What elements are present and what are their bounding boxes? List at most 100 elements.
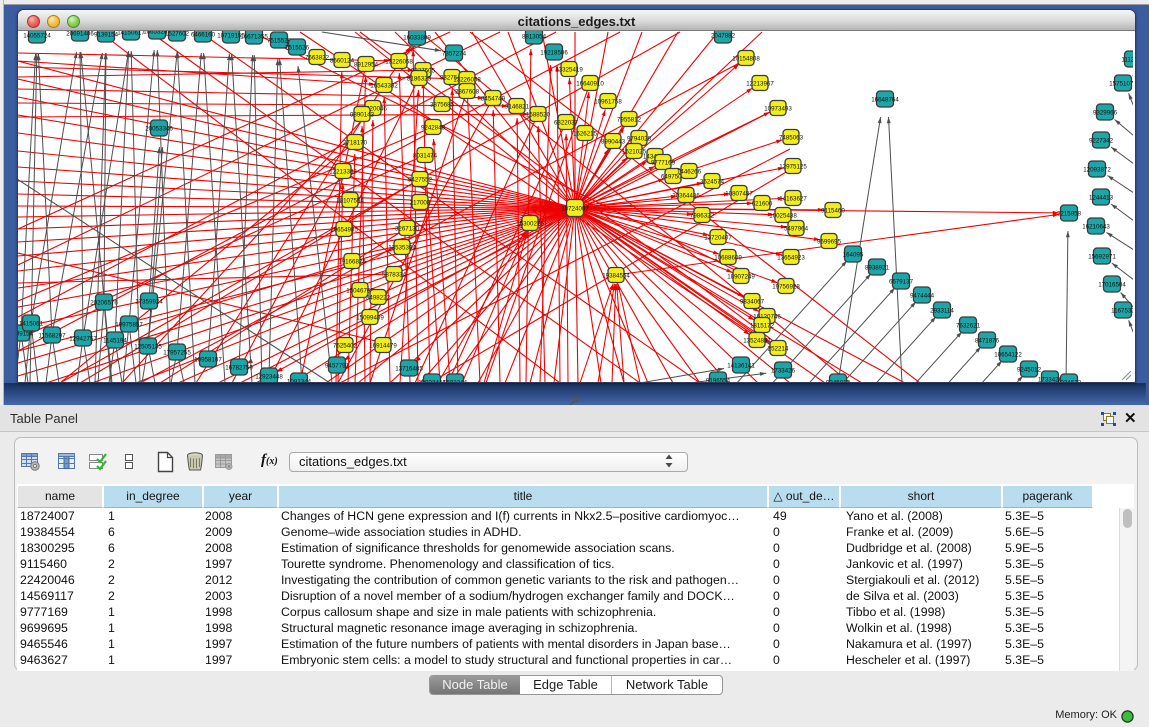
svg-text:16543382: 16543382: [370, 82, 398, 89]
svg-text:7986322: 7986322: [690, 212, 715, 219]
svg-text:10973493: 10973493: [764, 105, 792, 112]
svg-text:3215958: 3215958: [1057, 210, 1082, 217]
svg-text:18107554: 18107554: [336, 197, 364, 204]
svg-text:20053346: 20053346: [145, 125, 173, 132]
svg-text:10961758: 10961758: [594, 98, 622, 105]
svg-text:20364436: 20364436: [672, 192, 700, 199]
svg-text:13524851: 13524851: [743, 337, 771, 344]
svg-text:9139154: 9139154: [94, 31, 119, 38]
svg-text:7955812: 7955812: [617, 116, 642, 123]
svg-text:3624574: 3624574: [700, 178, 725, 185]
svg-text:8031474: 8031474: [413, 152, 438, 159]
svg-text:19218506: 19218506: [540, 49, 568, 56]
svg-text:13654923: 13654923: [777, 254, 805, 261]
svg-text:12213383: 12213383: [329, 168, 357, 175]
svg-text:9245013: 9245013: [826, 379, 851, 382]
svg-text:19756928: 19756928: [772, 283, 800, 290]
svg-text:10025438: 10025438: [769, 212, 797, 219]
svg-text:17016504: 17016504: [1098, 281, 1126, 288]
svg-text:7515526: 7515526: [285, 44, 310, 51]
svg-text:3498222: 3498222: [366, 294, 391, 301]
svg-text:15692971: 15692971: [1088, 253, 1116, 260]
svg-text:13716485: 13716485: [395, 365, 423, 372]
svg-text:8912954: 8912954: [354, 61, 379, 68]
svg-text:9146821: 9146821: [505, 103, 530, 110]
svg-text:19384554: 19384554: [602, 272, 630, 279]
svg-text:217008: 217008: [410, 199, 431, 206]
svg-text:13325419: 13325419: [555, 66, 583, 73]
svg-text:1626215: 1626215: [573, 130, 598, 137]
svg-text:13535394: 13535394: [388, 244, 416, 251]
svg-text:19654985: 19654985: [330, 226, 358, 233]
svg-text:15751074: 15751074: [1109, 80, 1133, 87]
svg-text:2718170: 2718170: [343, 139, 368, 146]
svg-text:10958107: 10958107: [194, 356, 222, 363]
svg-text:16033809: 16033809: [403, 34, 431, 41]
svg-text:12923448: 12923448: [255, 373, 283, 380]
svg-text:6466160: 6466160: [191, 31, 216, 38]
svg-text:7625402: 7625402: [333, 342, 358, 349]
svg-text:19975857: 19975857: [115, 321, 143, 328]
svg-text:1415061: 1415061: [19, 320, 44, 327]
svg-text:1527602: 1527602: [165, 31, 190, 37]
svg-text:2867608: 2867608: [455, 88, 480, 95]
svg-text:621600: 621600: [752, 200, 773, 207]
svg-text:9474444: 9474444: [910, 292, 935, 299]
svg-text:252214: 252214: [768, 345, 789, 352]
svg-text:6322037: 6322037: [554, 119, 579, 126]
svg-text:164095: 164095: [843, 251, 864, 258]
svg-text:9834067: 9834067: [740, 298, 765, 305]
svg-text:5497964: 5497964: [784, 225, 809, 232]
svg-text:12942757: 12942757: [69, 335, 97, 342]
svg-text:9777169: 9777169: [651, 159, 676, 166]
svg-text:6679137: 6679137: [889, 278, 914, 285]
svg-text:9457791: 9457791: [325, 362, 350, 369]
svg-text:17359924: 17359924: [135, 298, 163, 305]
svg-text:1588520: 1588520: [526, 111, 551, 118]
svg-text:8938921: 8938921: [865, 264, 890, 271]
svg-text:12975125: 12975125: [779, 163, 807, 170]
svg-text:9115460: 9115460: [821, 207, 845, 214]
svg-text:14163627: 14163627: [779, 195, 807, 202]
svg-text:20206576: 20206576: [90, 299, 118, 306]
svg-text:18724007: 18724007: [561, 205, 589, 212]
svg-text:16210643: 16210643: [1082, 223, 1110, 230]
svg-text:7663822: 7663822: [305, 54, 330, 61]
svg-text:5878334: 5878334: [382, 271, 407, 278]
svg-text:8660124: 8660124: [330, 57, 355, 64]
svg-text:8471876: 8471876: [975, 337, 1000, 344]
svg-text:3875685: 3875685: [430, 101, 455, 108]
svg-text:16640910: 16640910: [576, 80, 604, 87]
svg-text:9890143: 9890143: [350, 111, 375, 118]
svg-text:9242848: 9242848: [421, 124, 446, 131]
svg-text:16671355: 16671355: [240, 33, 268, 40]
svg-text:13226058: 13226058: [385, 58, 413, 65]
svg-text:16648764: 16648764: [871, 96, 899, 103]
svg-text:9245012: 9245012: [1017, 366, 1042, 373]
svg-text:12093872: 12093872: [1083, 166, 1111, 173]
svg-text:10688609: 10688609: [714, 254, 742, 261]
svg-text:18907249: 18907249: [727, 273, 755, 280]
svg-text:14136141: 14136141: [727, 362, 755, 369]
svg-text:8454749: 8454749: [481, 95, 506, 102]
svg-text:9329966: 9329966: [1093, 109, 1118, 116]
svg-text:9427552: 9427552: [408, 176, 433, 183]
svg-text:10807487: 10807487: [725, 190, 753, 197]
svg-text:12505135: 12505135: [134, 343, 162, 350]
svg-text:1167533: 1167533: [1111, 307, 1133, 314]
svg-text:1592344: 1592344: [443, 379, 468, 382]
svg-text:14150617: 14150617: [117, 31, 145, 36]
svg-text:16914479: 16914479: [369, 342, 397, 349]
svg-text:15099489: 15099489: [356, 314, 384, 321]
svg-text:1145194: 1145194: [103, 337, 127, 344]
svg-text:2933114: 2933114: [930, 307, 954, 314]
svg-text:8186323: 8186323: [407, 75, 432, 82]
svg-text:1034522: 1034522: [1057, 379, 1082, 382]
svg-text:3267130: 3267130: [395, 225, 420, 232]
svg-text:9196554: 9196554: [706, 377, 731, 382]
svg-text:1092344: 1092344: [287, 378, 312, 382]
svg-text:1446266: 1446266: [677, 168, 702, 175]
svg-text:2047882: 2047882: [711, 32, 736, 39]
svg-text:19166825: 19166825: [338, 258, 366, 265]
svg-text:12213967: 12213967: [746, 80, 774, 87]
